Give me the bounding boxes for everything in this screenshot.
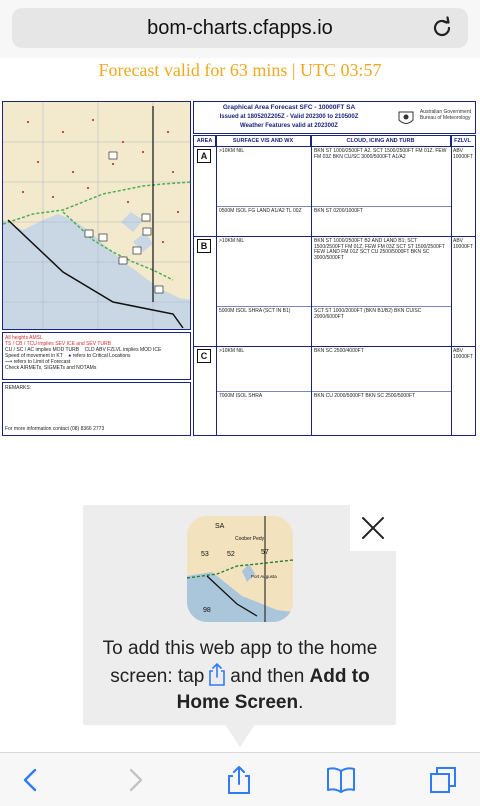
fzlvl-cell: ABV 10000FT <box>453 238 474 250</box>
browser-toolbar <box>0 752 480 806</box>
forecast-map <box>2 101 191 330</box>
remarks-label: REMARKS: <box>5 385 32 391</box>
fzlvl-cell: ABV 10000FT <box>453 348 474 360</box>
cloud-cell: BKN SC 2500/4000FT <box>314 348 364 354</box>
cloud-cell: SCT ST 1000/2000FT (BKN B1/B2) BKN CU/SC… <box>314 308 422 320</box>
map-thumbnail: SA 53 52 Coober Pedy 57 Port Augusta 98 <box>187 516 293 622</box>
vis-cell: >10KM NIL <box>219 238 245 244</box>
share-icon <box>209 663 226 686</box>
vis-cell: 0500M ISOL FG LAND A1/A2 TL 00Z <box>219 208 302 214</box>
browser-address-bar: bom-charts.cfapps.io <box>0 0 480 58</box>
area-label: C <box>197 349 211 363</box>
map-graphic <box>3 102 190 329</box>
icon-label: 53 <box>201 551 209 558</box>
icon-label: 57 <box>261 549 269 556</box>
close-popup-button[interactable] <box>350 505 396 551</box>
url-text: bom-charts.cfapps.io <box>147 17 333 39</box>
col-header-fzlvl: FZLVL <box>451 136 474 147</box>
icon-label: 52 <box>227 551 235 558</box>
cloud-cell: BKN ST 1000/2500FT A2. SCT 1500/2500FT F… <box>314 148 447 160</box>
forecast-validity-banner: Forecast valid for 63 mins | UTC 03:57 <box>98 60 382 80</box>
chart-legend: All heights AMSL TS / CB / TCU implies S… <box>2 332 191 380</box>
cloud-cell: BKN ST 0200/1000FT <box>314 208 364 214</box>
contact-line: For more information contact (08) 8366 2… <box>5 426 105 432</box>
share-icon[interactable] <box>224 765 254 795</box>
chart-issued-line: Issued at 180520Z205Z - Valid 202300 to … <box>219 114 359 120</box>
close-icon[interactable] <box>361 516 385 540</box>
icon-label: Port Augusta <box>251 574 277 579</box>
fzlvl-cell: ABV 10000FT <box>453 148 474 160</box>
icon-label: SA <box>215 523 225 530</box>
col-header-vis: SURFACE VIS AND WX <box>216 136 311 147</box>
back-icon[interactable] <box>16 765 46 795</box>
chart-title: Graphical Area Forecast SFC - 10000FT SA <box>222 104 356 111</box>
vis-cell: >10KM NIL <box>219 148 245 154</box>
area-label: A <box>197 149 211 163</box>
icon-label: 98 <box>203 607 211 614</box>
add-to-home-instructions: To add this web app to the home screen: … <box>102 638 378 713</box>
vis-cell: 5000M ISOL SHRA (SCT IN B1) <box>219 308 291 314</box>
col-header-area: AREA <box>194 136 216 147</box>
vis-cell: >10KM NIL <box>219 348 245 354</box>
remarks-box: REMARKS: For more information contact (0… <box>2 382 191 436</box>
icon-label: Coober Pedy <box>235 536 265 542</box>
vis-cell: 7000M ISOL SHRA <box>219 393 263 399</box>
chart-weather-line: Weather Features valid at 202300Z <box>240 123 338 129</box>
cloud-cell: BKN CU 2000/5000FT BKN SC 2500/5000FT <box>314 393 416 399</box>
forward-icon[interactable] <box>120 765 150 795</box>
app-icon-preview: SA 53 52 Coober Pedy 57 Port Augusta 98 <box>187 516 293 622</box>
popup-pointer <box>224 723 256 747</box>
area-label: B <box>197 239 211 253</box>
bookmarks-icon[interactable] <box>326 765 356 795</box>
government-label: Australian Government Bureau of Meteorol… <box>419 109 471 121</box>
crest-icon <box>398 111 414 124</box>
cloud-cell: BKN ST 1000/2500FT B2 AND LAND B1; SCT 1… <box>314 238 445 261</box>
forecast-table: AREA SURFACE VIS AND WX CLOUD, ICING AND… <box>193 135 476 436</box>
legend-line: Check AIRMETs, SIGMETs and NOTAMs <box>5 365 97 371</box>
col-header-cloud: CLOUD, ICING AND TURB <box>311 136 451 147</box>
screen: bom-charts.cfapps.io Forecast valid for … <box>0 0 480 806</box>
url-field[interactable]: bom-charts.cfapps.io <box>12 8 468 48</box>
tabs-icon[interactable] <box>428 765 458 795</box>
area-forecast-chart: All heights AMSL TS / CB / TCU implies S… <box>0 100 480 440</box>
reload-icon[interactable] <box>430 16 454 40</box>
chart-header: Graphical Area Forecast SFC - 10000FT SA… <box>193 101 476 134</box>
